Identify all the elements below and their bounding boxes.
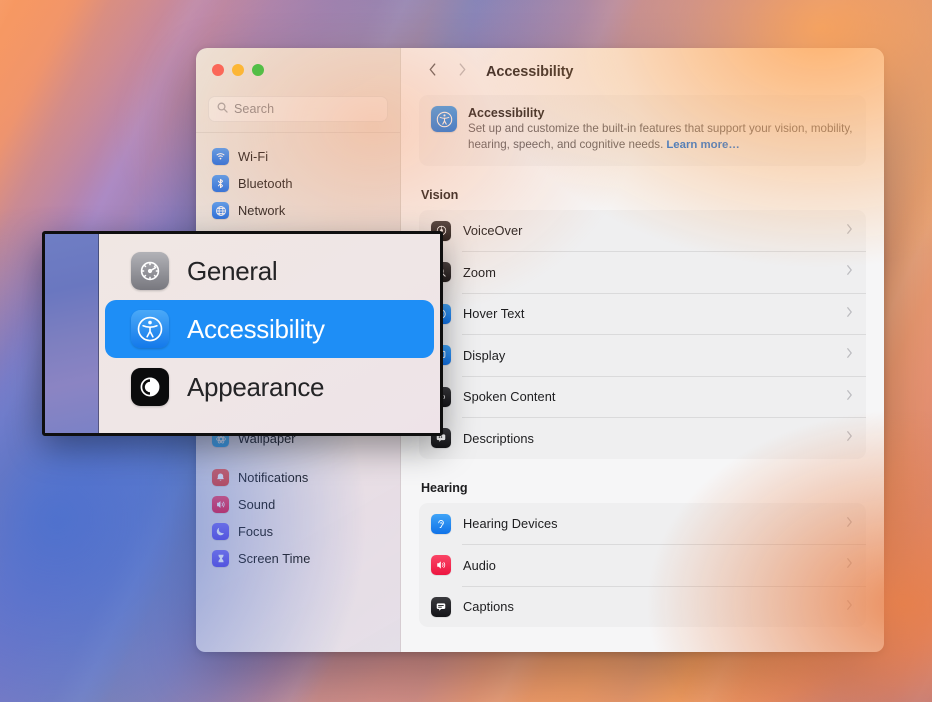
sidebar-item-label: Notifications: [238, 470, 309, 485]
back-button[interactable]: [419, 59, 445, 85]
sidebar-item-network[interactable]: Network: [205, 197, 391, 224]
callout-item-label: Accessibility: [187, 313, 325, 344]
search-input[interactable]: Search: [208, 96, 388, 122]
sidebar-group-notifications: Notifications Sound Focus Screen Time: [205, 458, 391, 578]
chevron-right-icon: [846, 346, 853, 364]
section-heading-hearing: Hearing: [421, 480, 468, 495]
screen-time-icon: [212, 550, 229, 567]
minimize-button[interactable]: [232, 64, 244, 76]
sidebar-item-label: Bluetooth: [238, 176, 293, 191]
chevron-left-icon: [428, 62, 437, 82]
callout-wallpaper-strip: [45, 234, 99, 433]
captions-icon: [431, 596, 451, 617]
content-scroll-area[interactable]: Accessibility Set up and customize the b…: [401, 95, 884, 652]
row-label: Hearing Devices: [463, 516, 558, 532]
sidebar-item-label: Screen Time: [238, 551, 311, 566]
desktop-wallpaper: Search Wi-Fi Bluetooth Network Wallpaper…: [0, 0, 932, 702]
banner-title: Accessibility: [468, 106, 545, 120]
sidebar-item-wifi[interactable]: Wi-Fi: [205, 143, 391, 170]
row-label: Captions: [463, 599, 514, 615]
callout-item-label: Appearance: [187, 371, 325, 402]
section-heading-vision: Vision: [421, 187, 459, 202]
row-hearing-devices[interactable]: Hearing Devices: [419, 503, 866, 545]
content-pane: Accessibility Accessibility Set up and c…: [401, 48, 884, 652]
callout-item-general[interactable]: General: [105, 242, 434, 300]
row-hover-text[interactable]: Hover Text: [419, 292, 866, 335]
sidebar-item-label: Sound: [238, 497, 276, 512]
notifications-icon: [212, 469, 229, 486]
vision-card: VoiceOver Zoom Hover Text Display Spoken…: [419, 209, 866, 459]
sidebar-item-label: Network: [238, 203, 286, 218]
learn-more-link[interactable]: Learn more…: [666, 139, 739, 151]
chevron-right-icon: [458, 62, 467, 82]
chevron-right-icon: [846, 556, 853, 574]
chevron-right-icon: [846, 598, 853, 616]
appearance-icon: [131, 368, 169, 406]
focus-icon: [212, 523, 229, 540]
sidebar-item-notifications[interactable]: Notifications: [205, 464, 391, 491]
hearing-devices-icon: [431, 513, 451, 534]
sidebar-group-network: Wi-Fi Bluetooth Network: [205, 137, 391, 230]
row-captions[interactable]: Captions: [419, 585, 866, 628]
hearing-card: Hearing Devices Audio Captions: [419, 502, 866, 628]
row-label: Hover Text: [463, 306, 525, 322]
sound-icon: [212, 496, 229, 513]
sidebar-item-focus[interactable]: Focus: [205, 518, 391, 545]
sidebar-item-bluetooth[interactable]: Bluetooth: [205, 170, 391, 197]
sidebar-item-screen-time[interactable]: Screen Time: [205, 545, 391, 572]
row-voiceover[interactable]: VoiceOver: [419, 210, 866, 252]
search-container: Search: [196, 84, 400, 132]
row-zoom[interactable]: Zoom: [419, 251, 866, 293]
chevron-right-icon: [846, 305, 853, 323]
window-traffic-lights: [196, 48, 400, 84]
accessibility-banner: Accessibility Set up and customize the b…: [419, 95, 866, 166]
row-label: Descriptions: [463, 430, 535, 446]
row-label: Audio: [463, 557, 496, 573]
accessibility-icon: [131, 310, 169, 348]
chevron-right-icon: [846, 263, 853, 281]
callout-item-appearance[interactable]: Appearance: [105, 358, 434, 416]
row-spoken-content[interactable]: Spoken Content: [419, 375, 866, 418]
zoom-button[interactable]: [252, 64, 264, 76]
banner-text: Accessibility Set up and customize the b…: [468, 106, 854, 154]
chevron-right-icon: [846, 429, 853, 447]
callout-item-label: General: [187, 255, 278, 286]
row-label: Zoom: [463, 264, 496, 280]
bluetooth-icon: [212, 175, 229, 192]
close-button[interactable]: [212, 64, 224, 76]
chevron-right-icon: [846, 222, 853, 240]
audio-icon: [431, 555, 451, 576]
search-placeholder: Search: [234, 102, 275, 116]
wifi-icon: [212, 148, 229, 165]
row-display[interactable]: Display: [419, 334, 866, 376]
gear-icon: [131, 252, 169, 290]
callout-item-list: General Accessibility Appearance: [99, 234, 440, 433]
globe-icon: [212, 202, 229, 219]
row-audio[interactable]: Audio: [419, 544, 866, 586]
page-title: Accessibility: [486, 63, 574, 80]
row-label: Spoken Content: [463, 389, 556, 405]
row-label: VoiceOver: [463, 223, 523, 239]
content-toolbar: Accessibility: [401, 48, 884, 95]
chevron-right-icon: [846, 515, 853, 533]
sidebar-item-label: Focus: [238, 524, 274, 539]
banner-description: Set up and customize the built-in featur…: [468, 122, 853, 152]
sidebar-item-sound[interactable]: Sound: [205, 491, 391, 518]
chevron-right-icon: [846, 388, 853, 406]
accessibility-icon: [431, 106, 457, 132]
row-descriptions[interactable]: Descriptions: [419, 417, 866, 459]
forward-button[interactable]: [449, 59, 475, 85]
callout-item-accessibility[interactable]: Accessibility: [105, 300, 434, 358]
magnified-callout: General Accessibility Appearance: [42, 231, 443, 436]
search-icon: [217, 100, 228, 118]
row-label: Display: [463, 347, 506, 363]
sidebar-item-label: Wi-Fi: [238, 149, 269, 164]
